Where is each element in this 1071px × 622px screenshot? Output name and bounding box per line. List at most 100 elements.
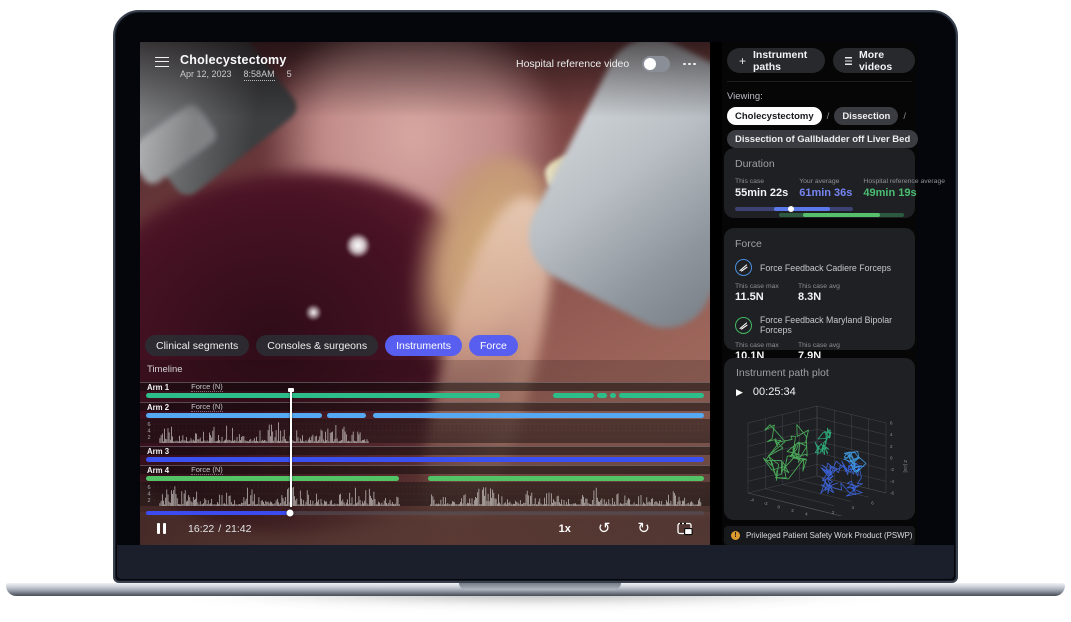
svg-text:Z [cm]: Z [cm] [903,460,908,473]
force-instrument-name: Force Feedback Maryland Bipolar Forceps [760,315,904,335]
more-videos-label: More videos [859,49,903,73]
svg-text:-2: -2 [890,467,894,472]
svg-text:6: 6 [148,485,151,491]
warning-icon: ! [731,531,740,540]
pswp-disclaimer: ! Privileged Patient Safety Work Product… [724,526,915,545]
svg-text:-4: -4 [750,498,754,503]
case-date: Apr 12, 2023 [180,69,232,81]
plot-play-control[interactable]: ▶ 00:25:34 [736,386,907,398]
arm-axis-label: Force (N) [191,382,223,392]
timeline-arms: Arm 1Force (N)Arm 2Force (N)642Arm 3Arm … [140,382,710,506]
laptop-bezel-chin [117,545,954,579]
controls-right: 1x ↺ ↻ [559,521,693,536]
player-header-right: Hospital reference video [516,56,696,72]
case-count: 5 [287,69,292,81]
tab-force[interactable]: Force [469,335,518,356]
timeline-panel: Timeline Arm 1Force (N)Arm 2Force (N)642… [140,360,710,512]
speed-button[interactable]: 1x [559,523,571,535]
playback-controls: 16:22 / 21:42 1x ↺ ↻ [140,512,710,545]
force-stat-values: 11.5N 8.3N [735,291,904,303]
pip-icon[interactable] [677,521,693,536]
laptop-base-notch [459,583,621,590]
svg-text:-4: -4 [890,479,894,484]
duration-stat-your-average: Your average 61min 36s [799,178,852,199]
duration-bar-segment [803,213,881,217]
arm-name: Arm 4 [147,466,169,475]
app-screen: Cholecystectomy Apr 12, 2023 8:58AM 5 Ho… [140,42,917,545]
svg-text:4: 4 [805,511,808,516]
crumb-step[interactable]: Dissection of Gallbladder off Liver Bed [727,130,918,148]
overflow-menu-icon[interactable] [683,59,696,70]
arm-axis-label: Force (N) [191,402,223,412]
playhead[interactable] [290,390,292,507]
segment-tabs: Clinical segments Consoles & surgeons In… [145,335,518,356]
svg-text:0: 0 [890,456,893,461]
page: Cholecystectomy Apr 12, 2023 8:58AM 5 Ho… [0,0,1071,622]
duration-card: Duration This case 55min 22s Your averag… [724,148,915,218]
instrument-path-plot-card: Instrument path plot ▶ 00:25:34 6 4 2 0 -2 -4… [724,358,915,520]
arm-label-row: Arm 2 Force (N) [140,402,710,411]
force-stat-labels: This case max This case avg [735,342,904,349]
viewing-label: Viewing: [727,91,915,102]
force-card: Force Force Feedback Cadiere Forceps Thi… [724,228,915,350]
svg-text:2: 2 [890,444,893,449]
maryland-bipolar-forceps-icon [735,317,752,334]
force-waveform: 642 [140,482,710,506]
rewind-icon[interactable]: ↺ [598,521,611,536]
instrument-paths-button[interactable]: + Instrument paths [727,48,825,73]
arm-axis-label: Force (N) [191,465,223,475]
forward-icon[interactable]: ↻ [637,521,650,536]
case-time[interactable]: 8:58AM [244,69,275,81]
arm-label-row: Arm 3 [140,446,710,455]
tab-clinical-segments[interactable]: Clinical segments [145,335,249,356]
player-header: Cholecystectomy Apr 12, 2023 8:58AM 5 Ho… [140,42,710,88]
case-subtitle: Apr 12, 2023 8:58AM 5 [180,69,292,81]
insights-sidebar: + Instrument paths More videos Viewing: … [722,42,917,545]
list-icon [845,57,852,65]
tab-consoles-surgeons[interactable]: Consoles & surgeons [256,335,378,356]
force-instrument-row: Force Feedback Cadiere Forceps [735,259,904,276]
svg-text:2: 2 [148,498,151,504]
duration-comparison-bars [735,207,904,218]
cadiere-forceps-icon [735,259,752,276]
svg-text:4: 4 [148,429,151,435]
tab-instruments[interactable]: Instruments [385,335,462,356]
crumb-separator: / [827,111,830,122]
breadcrumb: Cholecystectomy / Dissection / Dissectio… [727,107,915,148]
instrument-paths-label: Instrument paths [753,49,813,73]
arm-activity-bar[interactable] [146,413,704,418]
reference-toggle-label: Hospital reference video [516,58,629,70]
reference-toggle[interactable] [642,56,670,72]
svg-text:-6: -6 [890,491,894,496]
sidebar-actions: + Instrument paths More videos [724,48,915,73]
total-time: 21:42 [225,523,251,535]
duration-card-title: Duration [735,158,904,170]
more-videos-button[interactable]: More videos [833,48,915,73]
timeline-title: Timeline [140,360,710,375]
pswp-disclaimer-text: Privileged Patient Safety Work Product (… [746,531,913,540]
case-title: Cholecystectomy [180,53,292,67]
arm-name: Arm 2 [147,403,169,412]
svg-text:6: 6 [871,500,874,505]
svg-text:-2: -2 [764,501,768,506]
arm-activity-bar[interactable] [146,393,704,398]
instrument-path-3d-plot[interactable]: 6420-2-4-6Z [cm]-4-2024246 [732,398,910,516]
svg-text:4: 4 [148,492,151,498]
plot-card-title: Instrument path plot [732,367,907,379]
arm-label-row: Arm 4 Force (N) [140,465,710,474]
crumb-procedure[interactable]: Cholecystectomy [727,107,822,125]
svg-text:0: 0 [778,505,781,510]
plot-timestamp: 00:25:34 [753,386,796,398]
video-player[interactable]: Cholecystectomy Apr 12, 2023 8:58AM 5 Ho… [140,42,710,545]
pause-button[interactable] [157,523,166,534]
arm-name: Arm 3 [147,447,169,456]
svg-text:2: 2 [791,508,794,513]
menu-icon[interactable] [155,57,169,67]
svg-text:4: 4 [890,432,893,437]
arm-activity-bar[interactable] [146,476,704,481]
crumb-phase[interactable]: Dissection [834,107,898,125]
force-card-title: Force [735,238,904,250]
arm-activity-bar[interactable] [146,457,704,462]
duration-stats: This case 55min 22s Your average 61min 3… [735,178,904,199]
play-icon: ▶ [736,387,743,398]
